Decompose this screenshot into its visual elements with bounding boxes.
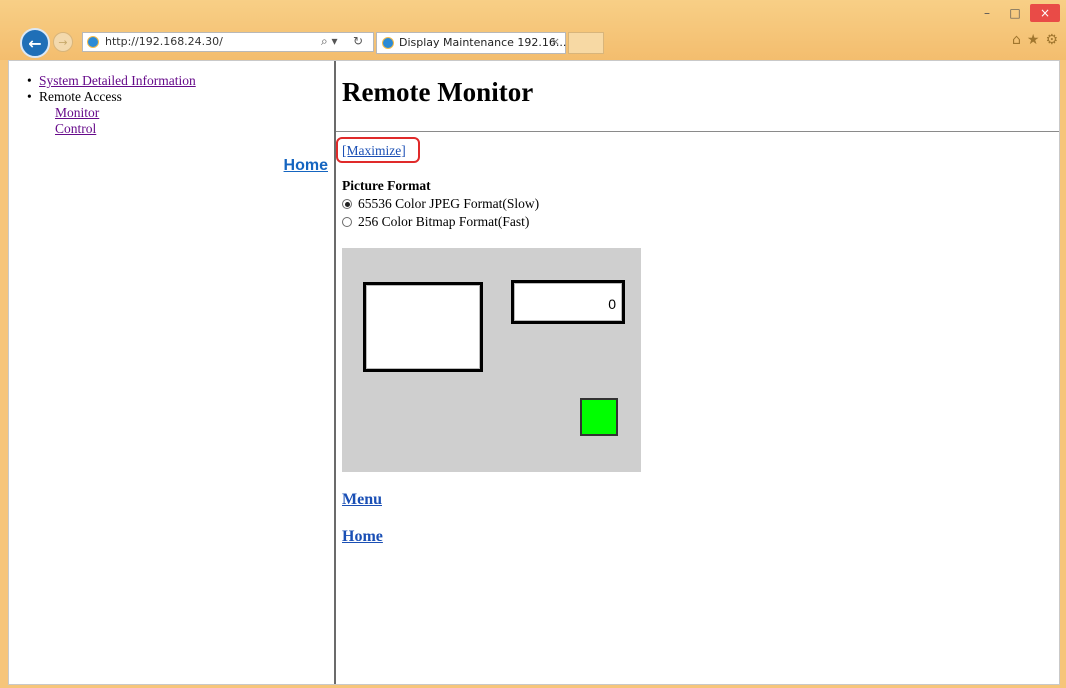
maximize-link[interactable]: [Maximize]	[342, 143, 406, 159]
main-content-frame: Remote Monitor [Maximize] Picture Format…	[336, 61, 1059, 684]
bitmap-radio[interactable]	[342, 217, 352, 227]
tab-page-icon	[382, 37, 394, 49]
search-icon[interactable]: ⌕ ▾	[321, 34, 338, 49]
nav-item-remote-access: Remote Access Monitor Control	[27, 89, 196, 137]
title-divider	[336, 131, 1059, 132]
page-title: Remote Monitor	[342, 77, 534, 107]
monitor-link[interactable]: Monitor	[55, 105, 99, 120]
tab-display-maintenance[interactable]: Display Maintenance 192.16... ×	[376, 32, 566, 54]
navigation-bar: ← → http://192.168.24.30/ ⌕ ▾ ↻ Display …	[20, 28, 1066, 58]
jpeg-format-label: 65536 Color JPEG Format(Slow)	[358, 196, 540, 211]
toolbar-icons: ⌂ ★ ⚙	[1012, 32, 1058, 48]
back-button[interactable]: ←	[20, 28, 50, 58]
monitor-numeric-display: 0	[511, 280, 625, 324]
menu-link[interactable]: Menu	[342, 491, 382, 509]
remote-monitor-screen[interactable]: 0	[342, 248, 641, 472]
forward-button[interactable]: →	[53, 32, 73, 52]
left-home-link[interactable]: Home	[284, 157, 328, 175]
format-option-jpeg[interactable]: 65536 Color JPEG Format(Slow)	[342, 196, 539, 212]
window-controls: – □ ×	[974, 4, 1060, 22]
favorites-icon[interactable]: ★	[1027, 32, 1040, 48]
new-tab-button[interactable]	[568, 32, 604, 54]
minimize-button[interactable]: –	[974, 4, 1000, 22]
page-viewport: System Detailed Information Remote Acces…	[8, 60, 1060, 685]
control-link[interactable]: Control	[55, 121, 96, 136]
address-url[interactable]: http://192.168.24.30/	[105, 35, 223, 48]
settings-icon[interactable]: ⚙	[1045, 32, 1058, 48]
format-option-bitmap[interactable]: 256 Color Bitmap Format(Fast)	[342, 214, 529, 230]
main-home-link[interactable]: Home	[342, 528, 383, 546]
home-icon[interactable]: ⌂	[1012, 32, 1021, 48]
sub-item-monitor: Monitor	[55, 105, 196, 121]
bitmap-format-label: 256 Color Bitmap Format(Fast)	[358, 214, 530, 229]
jpeg-radio[interactable]	[342, 199, 352, 209]
remote-access-label: Remote Access	[39, 89, 122, 104]
browser-chrome: – □ × ← → http://192.168.24.30/ ⌕ ▾ ↻ Di…	[0, 0, 1066, 60]
system-detailed-information-link[interactable]: System Detailed Information	[39, 73, 196, 88]
monitor-blank-panel	[363, 282, 483, 372]
refresh-icon[interactable]: ↻	[353, 34, 363, 48]
left-nav-list: System Detailed Information Remote Acces…	[27, 73, 196, 137]
nav-item-system-info: System Detailed Information	[27, 73, 196, 89]
tab-close-icon[interactable]: ×	[551, 35, 560, 48]
monitor-status-lamp	[580, 398, 618, 436]
ie-page-icon	[87, 36, 99, 48]
address-bar[interactable]: http://192.168.24.30/ ⌕ ▾ ↻	[82, 32, 374, 52]
sub-item-control: Control	[55, 121, 196, 137]
remote-access-sublist: Monitor Control	[39, 105, 196, 137]
left-nav-frame: System Detailed Information Remote Acces…	[9, 61, 336, 684]
picture-format-label: Picture Format	[342, 178, 431, 193]
close-window-button[interactable]: ×	[1030, 4, 1060, 22]
maximize-window-button[interactable]: □	[1002, 4, 1028, 22]
tab-title: Display Maintenance 192.16...	[399, 36, 567, 49]
